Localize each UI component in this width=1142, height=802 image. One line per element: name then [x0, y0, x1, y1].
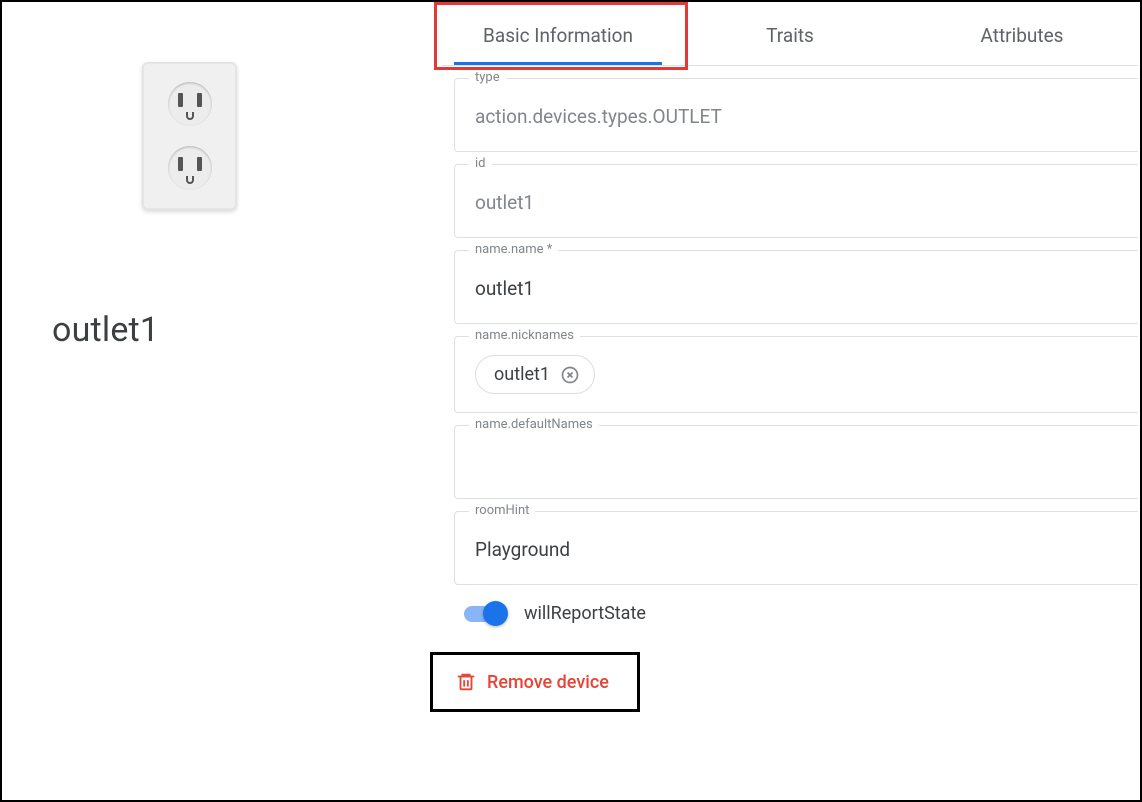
trash-icon: [455, 671, 477, 693]
outlet-icon: [142, 62, 237, 210]
field-type-label: type: [469, 70, 506, 85]
will-report-state-toggle[interactable]: [464, 606, 506, 622]
name-name-input[interactable]: [475, 277, 1118, 300]
device-sidebar: outlet1: [2, 2, 442, 800]
socket-top: [168, 82, 212, 126]
app-frame: outlet1 Basic Information Traits Attribu…: [0, 0, 1142, 802]
nickname-chip[interactable]: outlet1: [475, 355, 595, 394]
field-type[interactable]: type action.devices.types.OUTLET: [454, 78, 1138, 152]
will-report-state-row: willReportState: [464, 603, 1138, 624]
field-name-name-label: name.name *: [469, 242, 558, 257]
tabs: Basic Information Traits Attributes: [442, 2, 1138, 66]
basic-info-form: type action.devices.types.OUTLET id outl…: [442, 66, 1138, 712]
field-default-names-label: name.defaultNames: [469, 417, 599, 432]
room-hint-input[interactable]: [475, 538, 1118, 561]
main-panel: Basic Information Traits Attributes type…: [442, 2, 1140, 800]
tab-basic-information[interactable]: Basic Information: [442, 2, 674, 65]
toggle-knob: [483, 601, 508, 626]
close-icon[interactable]: [560, 365, 580, 385]
device-name-heading: outlet1: [52, 310, 159, 350]
will-report-state-label: willReportState: [524, 603, 646, 624]
tab-traits[interactable]: Traits: [674, 2, 906, 65]
remove-device-label: Remove device: [487, 672, 609, 693]
field-id[interactable]: id outlet1: [454, 164, 1138, 238]
field-id-label: id: [469, 156, 492, 171]
field-nicknames[interactable]: name.nicknames outlet1: [454, 336, 1138, 413]
field-id-value: outlet1: [475, 191, 1118, 214]
field-type-value: action.devices.types.OUTLET: [475, 105, 1118, 128]
socket-bottom: [168, 146, 212, 190]
field-default-names[interactable]: name.defaultNames: [454, 425, 1138, 499]
field-room-hint[interactable]: roomHint: [454, 511, 1138, 585]
tab-attributes[interactable]: Attributes: [906, 2, 1138, 65]
remove-device-button[interactable]: Remove device: [430, 652, 640, 712]
field-name-name[interactable]: name.name *: [454, 250, 1138, 324]
field-nicknames-label: name.nicknames: [469, 328, 580, 343]
nickname-chip-label: outlet1: [494, 364, 550, 385]
field-room-hint-label: roomHint: [469, 503, 535, 518]
tabs-container: Basic Information Traits Attributes: [442, 2, 1138, 66]
